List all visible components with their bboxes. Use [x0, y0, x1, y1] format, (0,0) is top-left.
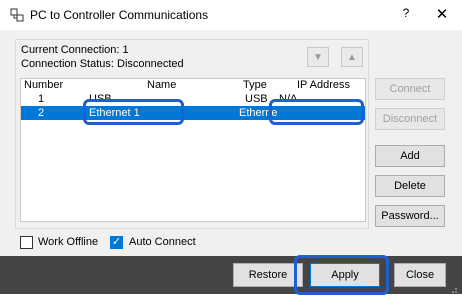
move-down-button[interactable]: ▼ — [307, 47, 329, 67]
move-up-button[interactable]: ▲ — [341, 47, 363, 67]
work-offline-checkbox[interactable] — [20, 236, 33, 249]
work-offline-label: Work Offline — [38, 236, 99, 248]
restore-button[interactable]: Restore — [233, 263, 303, 287]
ip-callout-highlight — [269, 99, 364, 125]
cell-type: USB — [245, 93, 268, 104]
title-bar: PC to Controller Communications ? ✕ — [0, 0, 462, 30]
help-button[interactable]: ? — [396, 6, 416, 24]
name-callout-highlight — [83, 99, 184, 125]
window-title: PC to Controller Communications — [30, 8, 209, 22]
connection-status-text: Connection Status: Disconnected — [21, 58, 184, 70]
add-button[interactable]: Add — [375, 145, 445, 167]
disconnect-button[interactable]: Disconnect — [375, 108, 445, 130]
arrow-up-icon: ▲ — [347, 52, 357, 63]
auto-connect-checkbox[interactable]: ✓ — [110, 236, 123, 249]
column-header-type[interactable]: Type — [243, 79, 267, 91]
connect-button[interactable]: Connect — [375, 78, 445, 100]
auto-connect-label: Auto Connect — [129, 236, 196, 248]
app-icon — [10, 8, 24, 22]
delete-button[interactable]: Delete — [375, 175, 445, 197]
column-header-ip[interactable]: IP Address — [297, 79, 350, 91]
apply-button[interactable]: Apply — [310, 263, 380, 287]
cell-number: 2 — [38, 107, 45, 119]
checkmark-icon: ✓ — [111, 236, 122, 248]
column-header-number[interactable]: Number — [24, 79, 63, 91]
footer-bar — [0, 256, 462, 294]
arrow-down-icon: ▼ — [313, 52, 323, 63]
current-connection-text: Current Connection: 1 — [21, 44, 129, 56]
close-window-button[interactable]: ✕ — [432, 5, 452, 25]
column-header-name[interactable]: Name — [147, 79, 176, 91]
cell-number: 1 — [38, 93, 45, 104]
close-button[interactable]: Close — [394, 263, 446, 287]
resize-grip-icon[interactable] — [448, 283, 458, 293]
password-button[interactable]: Password... — [375, 205, 445, 227]
